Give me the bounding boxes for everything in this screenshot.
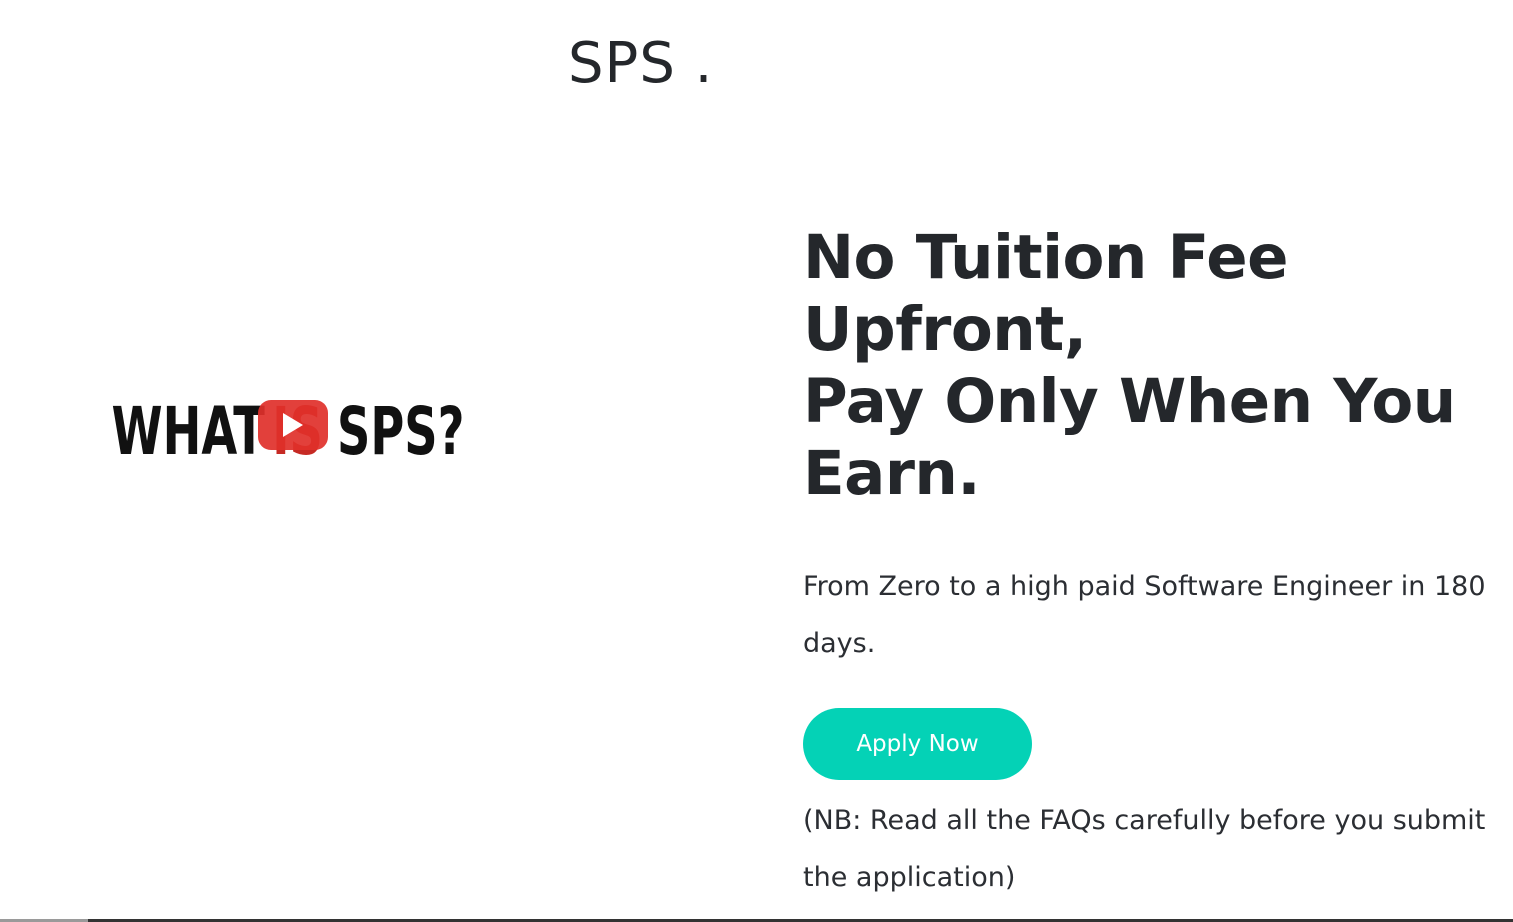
apply-now-button[interactable]: Apply Now: [803, 708, 1032, 780]
faq-note: (NB: Read all the FAQs carefully before …: [803, 805, 1486, 893]
landing-page: SPS . WHAT IS SPS? No Tuition Fee Upfron…: [0, 0, 1513, 922]
hero-headline: No Tuition Fee Upfront, Pay Only When Yo…: [803, 222, 1493, 510]
headline-line-3: Pay Only When You: [803, 366, 1456, 437]
headline-line-4: Earn.: [803, 438, 981, 509]
headline-line-2: Upfront,: [803, 294, 1087, 365]
headline-line-1: No Tuition Fee: [803, 222, 1289, 293]
youtube-play-icon[interactable]: [258, 400, 328, 450]
hero-section: No Tuition Fee Upfront, Pay Only When Yo…: [803, 222, 1493, 510]
thumbnail-word-what: WHAT: [112, 393, 266, 464]
site-logo[interactable]: SPS .: [568, 36, 713, 92]
video-thumbnail[interactable]: WHAT IS SPS?: [110, 384, 470, 464]
thumbnail-word-sps: SPS?: [337, 393, 464, 464]
video-thumbnail-graphic: WHAT IS SPS?: [112, 393, 465, 464]
hero-subtitle: From Zero to a high paid Software Engine…: [803, 571, 1486, 659]
